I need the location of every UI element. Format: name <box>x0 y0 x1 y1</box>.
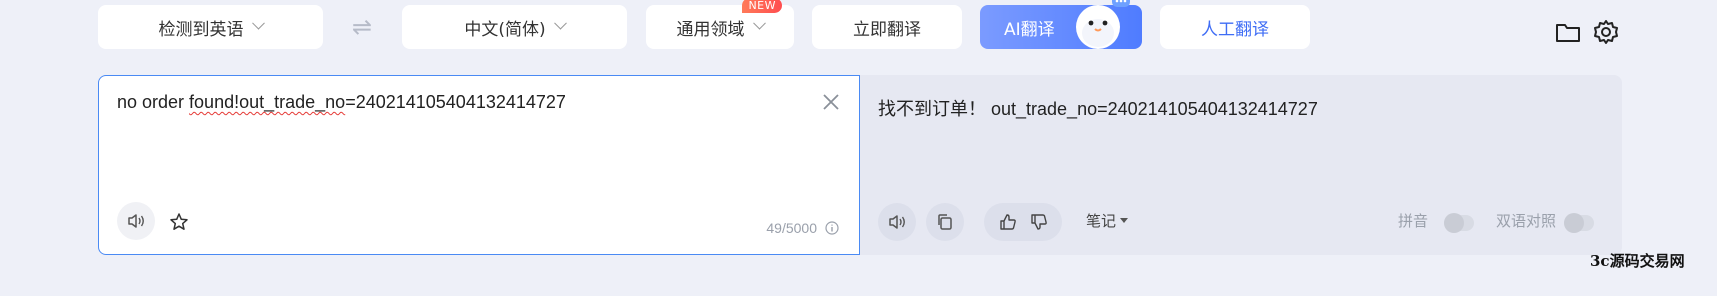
domain-select[interactable]: 通用领域 NEW <box>646 0 794 49</box>
domain-label: 通用领域 <box>676 19 745 40</box>
target-language-label: 中文(简体) <box>464 19 546 40</box>
gear-icon[interactable] <box>1593 19 1619 45</box>
translate-now-label: 立即翻译 <box>853 19 921 40</box>
source-text[interactable]: no order found!out_trade_no=240214105404… <box>117 92 566 113</box>
folder-icon[interactable] <box>1555 19 1581 45</box>
source-text-panel[interactable]: no order found!out_trade_no=240214105404… <box>98 75 860 255</box>
info-icon[interactable] <box>825 221 839 235</box>
swap-languages-icon[interactable]: ⇌ <box>348 15 376 39</box>
chevron-down-icon <box>251 16 265 30</box>
thumbs-up-icon[interactable] <box>998 212 1018 232</box>
bilingual-toggle[interactable] <box>1564 213 1594 233</box>
feedback-group <box>984 203 1062 241</box>
ai-translate-label: AI翻译 <box>1004 19 1055 40</box>
target-language-select[interactable]: 中文(简体) <box>402 5 627 49</box>
speak-translation-button[interactable] <box>878 203 916 241</box>
speak-source-button[interactable] <box>117 202 155 240</box>
star-icon[interactable] <box>169 212 189 232</box>
notes-dropdown[interactable]: 笔记 <box>1086 210 1128 231</box>
speaker-icon <box>128 214 144 228</box>
copy-button[interactable] <box>926 203 964 241</box>
chevron-down-icon <box>553 16 567 30</box>
source-language-label: 检测到英语 <box>158 19 244 40</box>
human-translate-button[interactable]: 人工翻译 <box>1160 5 1310 49</box>
source-text-misspelled: found!out_trade_no <box>189 92 346 112</box>
ai-translate-button[interactable]: AI翻译 <box>980 0 1142 49</box>
chevron-down-icon <box>752 16 766 30</box>
watermark: 3c源码交易网 <box>1590 252 1685 270</box>
human-translate-label: 人工翻译 <box>1201 19 1269 40</box>
char-count: 49/5000 <box>766 220 817 236</box>
new-badge: NEW <box>742 0 782 13</box>
translation-text[interactable]: 找不到订单！ out_trade_no=24021410540413241472… <box>878 95 1318 121</box>
pinyin-toggle[interactable] <box>1444 213 1474 233</box>
bilingual-label: 双语对照 <box>1496 212 1557 230</box>
pinyin-label: 拼音 <box>1398 212 1429 230</box>
mascot-icon <box>1076 0 1130 49</box>
source-text-prefix: no order <box>117 92 190 112</box>
speaker-icon <box>889 215 905 229</box>
translate-now-button[interactable]: 立即翻译 <box>812 5 962 49</box>
source-text-suffix: =240214105404132414727 <box>345 92 566 112</box>
toolbar: 检测到英语 ⇌ 中文(简体) 通用领域 NEW 立即翻译 AI翻译 人工翻译 <box>0 0 1717 50</box>
copy-icon <box>938 214 952 230</box>
close-icon[interactable] <box>821 92 841 112</box>
translation-panel: 找不到订单！ out_trade_no=24021410540413241472… <box>860 75 1622 255</box>
thumbs-down-icon[interactable] <box>1029 212 1049 232</box>
source-language-select[interactable]: 检测到英语 <box>98 5 323 49</box>
